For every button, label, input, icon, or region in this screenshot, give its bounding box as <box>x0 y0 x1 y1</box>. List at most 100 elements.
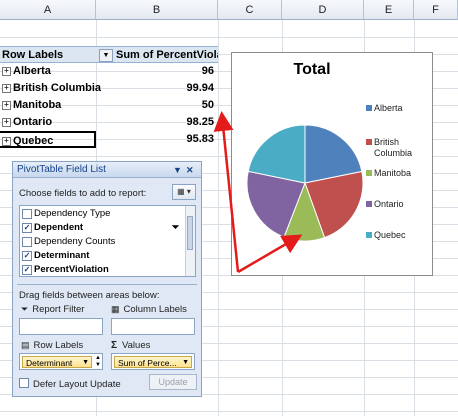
checkbox[interactable] <box>19 378 29 388</box>
values-pill-label: Sum of Perce... <box>118 358 177 368</box>
legend-label: British Columbia <box>374 137 413 158</box>
gridline <box>0 37 458 38</box>
checkbox[interactable] <box>22 209 32 219</box>
drag-fields-label: Drag fields between areas below: <box>19 290 160 301</box>
filter-icon: ⏷ <box>21 304 29 314</box>
pivot-row-label: + Ontario <box>0 114 96 131</box>
panel-title: PivotTable Field List <box>17 164 106 175</box>
legend-item[interactable]: British Columbia <box>366 137 413 159</box>
layout-options-button[interactable]: ▦ ▾ <box>172 184 196 200</box>
field-item[interactable]: ✓ PercentViolation <box>22 263 182 276</box>
expand-icon[interactable]: + <box>2 136 11 146</box>
row-labels-area-text: Row Labels <box>33 340 84 351</box>
expand-icon[interactable]: + <box>2 117 11 127</box>
field-item[interactable]: ✓ Dependent ⏷ <box>22 221 182 234</box>
row-labels-label: ▤ Row Labels <box>21 340 83 351</box>
checkbox[interactable] <box>22 237 32 247</box>
close-icon[interactable]: ✕ <box>186 164 194 176</box>
spin-icon[interactable]: ▲ ▼ <box>95 355 101 369</box>
legend-item[interactable]: Alberta <box>366 103 403 114</box>
values-label: Σ Values <box>111 340 150 351</box>
column-header-a-label: A <box>43 4 52 16</box>
legend-swatch <box>366 105 372 111</box>
panel-title-bar[interactable]: PivotTable Field List ▼ ✕ <box>13 162 201 178</box>
legend-label: Quebec <box>374 230 406 240</box>
pivot-row-value: 50 <box>201 99 214 111</box>
column-labels-label: ▦ Column Labels <box>111 304 187 315</box>
legend-item[interactable]: Ontario <box>366 199 404 210</box>
column-labels-icon: ▦ <box>111 304 120 314</box>
pivot-row-value: 95.83 <box>186 133 214 145</box>
expand-icon[interactable]: + <box>2 83 11 93</box>
update-button[interactable]: Update <box>149 374 197 390</box>
pivot-chart[interactable]: Total Alberta British Columbia Manitoba … <box>231 52 433 276</box>
defer-label: Defer Layout Update <box>33 379 121 390</box>
pivot-sum-header[interactable]: ▼Sum of PercentViolation <box>96 46 218 63</box>
pivot-field-list-panel: PivotTable Field List ▼ ✕ Choose fields … <box>12 161 202 397</box>
legend-item[interactable]: Quebec <box>366 230 406 241</box>
legend-swatch <box>366 139 372 145</box>
field-label: Dependeny Counts <box>34 236 116 247</box>
defer-layout-update[interactable]: Defer Layout Update <box>19 377 121 390</box>
expand-icon[interactable]: + <box>2 66 11 76</box>
filter-icon: ⏷ <box>172 222 180 232</box>
field-list-scrollbar[interactable] <box>185 206 195 276</box>
pivot-row[interactable]: + Manitoba 50 <box>0 97 218 114</box>
report-filter-area[interactable] <box>19 318 103 335</box>
field-item[interactable]: Dependeny Counts <box>22 235 182 248</box>
pivot-row-label: + British Columbia <box>0 80 110 97</box>
pie-chart-svg[interactable] <box>232 53 434 277</box>
pivot-row[interactable]: + British Columbia 99.94 <box>0 80 218 97</box>
field-label: Dependency Type <box>34 208 111 219</box>
pivot-row-value: 98.25 <box>186 116 214 128</box>
scrollbar-thumb[interactable] <box>187 216 193 250</box>
row-field-pill[interactable]: Determinant ▼ <box>22 356 92 368</box>
checkbox-checked[interactable]: ✓ <box>22 223 32 233</box>
filter-dropdown-icon[interactable]: ▼ <box>99 48 113 62</box>
column-labels-area[interactable] <box>111 318 195 335</box>
legend-item[interactable]: Manitoba <box>366 168 412 179</box>
row-pill-label: Determinant <box>26 358 73 368</box>
pivot-row-label: + Alberta <box>0 63 96 80</box>
pivot-row-label-text: Alberta <box>13 65 51 77</box>
expand-icon[interactable]: + <box>2 100 11 110</box>
field-list: Dependency Type ✓ Dependent ⏷ Dependeny Co… <box>19 205 196 277</box>
column-header-b[interactable]: B <box>96 0 218 20</box>
chevron-down-icon: ▼ <box>182 359 189 366</box>
column-header-f[interactable]: F <box>414 0 458 20</box>
legend-swatch <box>366 232 372 238</box>
field-label: Determinant <box>34 250 90 261</box>
column-header-a[interactable]: A <box>0 0 96 20</box>
checkbox-checked[interactable]: ✓ <box>22 265 32 275</box>
column-header-e[interactable]: E <box>364 0 414 20</box>
values-area-text: Values <box>122 340 151 351</box>
pivot-row-value: 96 <box>201 65 214 77</box>
values-area[interactable]: Sum of Perce... ▼ <box>111 353 195 370</box>
sigma-icon: Σ <box>111 340 118 351</box>
field-label: Dependent <box>34 222 84 233</box>
checkbox-checked[interactable]: ✓ <box>22 251 32 261</box>
row-labels-area[interactable]: Determinant ▼ ▲ ▼ <box>19 353 103 370</box>
pivot-row-value: 99.94 <box>186 82 214 94</box>
legend-swatch <box>366 170 372 176</box>
report-filter-label: ⏷ Report Filter <box>21 304 84 315</box>
pivot-row-labels-header[interactable]: Row Labels <box>0 46 96 63</box>
legend-label: Manitoba <box>374 168 412 178</box>
legend-label: Alberta <box>374 103 403 113</box>
pivot-row-label: + Manitoba <box>0 97 96 114</box>
field-item[interactable]: Dependency Type <box>22 207 182 220</box>
active-cell[interactable]: + Quebec <box>0 131 96 148</box>
pivot-row[interactable]: + Alberta 96 <box>0 63 218 80</box>
dropdown-icon[interactable]: ▼ <box>173 164 182 176</box>
column-header-c[interactable]: C <box>218 0 282 20</box>
field-item[interactable]: ✓ Determinant <box>22 249 182 262</box>
choose-fields-label: Choose fields to add to report: <box>19 188 147 199</box>
field-label: PercentViolation <box>34 264 109 275</box>
divider <box>17 284 197 285</box>
column-labels-text: Column Labels <box>123 304 187 315</box>
values-field-pill[interactable]: Sum of Perce... ▼ <box>114 356 192 368</box>
gridline <box>0 411 458 412</box>
pivot-row[interactable]: + Quebec 95.83 <box>0 131 218 148</box>
column-header-d[interactable]: D <box>282 0 364 20</box>
pivot-row[interactable]: + Ontario 98.25 <box>0 114 218 131</box>
